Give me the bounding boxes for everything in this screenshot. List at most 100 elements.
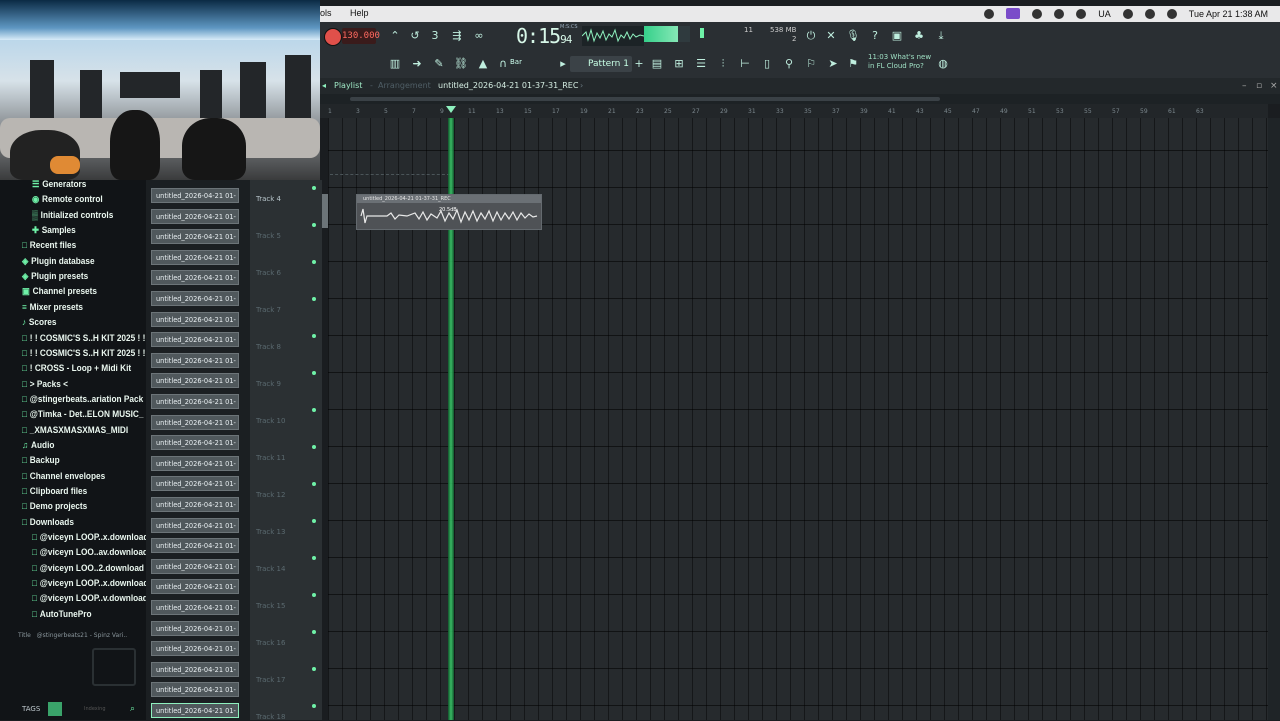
track-label[interactable]: Track 8 [256,343,281,351]
whats-new-banner[interactable]: 11:03 What's new in FL Cloud Pro? [868,53,931,71]
menu-tools[interactable]: ols [320,8,332,18]
track-enable-led[interactable] [312,519,316,523]
recent-file-item[interactable]: untitled_2026-04-21 01- [151,620,239,636]
browser-item[interactable]: □ @Timka - Det..ELON MUSIC_ [22,409,144,419]
piano-roll-icon[interactable]: ⊞ [672,57,686,71]
add-pattern-icon[interactable]: + [632,57,646,71]
playlist-mode[interactable]: Arrangement [378,78,431,94]
recent-file-item[interactable]: untitled_2026-04-21 01- [151,455,239,471]
plug-icon[interactable]: ⚲ [782,57,796,71]
browser-item[interactable]: □ Recent files [22,240,76,250]
track-label[interactable]: Track 5 [256,232,281,240]
track-enable-led[interactable] [312,334,316,338]
track-enable-led[interactable] [312,408,316,412]
channel-rack-icon[interactable]: ☰ [694,57,708,71]
save-icon[interactable]: ▣ [890,29,904,43]
track-enable-led[interactable] [312,630,316,634]
recent-file-item[interactable]: untitled_2026-04-21 01- [151,414,239,430]
browser-item[interactable]: □ > Packs < [22,379,68,389]
track-enable-led[interactable] [312,445,316,449]
recent-file-item[interactable]: untitled_2026-04-21 01- [151,373,239,389]
browser-tree-icon[interactable]: ⊢ [738,57,752,71]
track-label[interactable]: Track 11 [256,454,285,462]
maximize-icon[interactable]: ▫ [1256,78,1262,94]
browser-item[interactable]: □ Downloads [22,517,74,527]
track-label[interactable]: Track 6 [256,269,281,277]
cart-icon[interactable]: ⚑ [846,57,860,71]
recent-file-item[interactable]: untitled_2026-04-21 01- [151,188,239,203]
track-enable-led[interactable] [312,704,316,708]
recent-file-item[interactable]: untitled_2026-04-21 01- [151,600,239,615]
browser-item[interactable]: □! ! COSMIC'S S..H KIT 2025 ! ! [22,348,145,358]
search-icon[interactable] [1166,8,1177,19]
track-label[interactable]: Track 12 [256,491,285,499]
browser-item[interactable]: □ @viceyn LOOP..x.download [32,532,148,542]
playlist-icon[interactable]: ▤ [650,57,664,71]
recent-file-item[interactable]: untitled_2026-04-21 01- [151,682,239,698]
track-label[interactable]: Track 17 [256,676,285,684]
recent-file-item[interactable]: untitled_2026-04-21 01- [151,270,239,286]
recent-file-item[interactable]: untitled_2026-04-21 01- [151,311,239,327]
timeline-ruler[interactable]: 1 3 5 7 9 11 13 15 17 19 21 23 25 27 29 31 33 35 37 39 41 43 4… [320,104,1268,118]
browser-item[interactable]: □! ! COSMIC'S S..H KIT 2025 ! ! [22,333,145,343]
browser-item[interactable]: ✚ Samples [32,225,76,236]
status-icon[interactable] [1076,8,1087,19]
browser-item[interactable]: □ _XMASXMASXMAS_MIDI [22,425,128,435]
minimize-icon[interactable]: – [1242,78,1247,94]
track-label[interactable]: Track 7 [256,306,281,314]
recent-file-item[interactable]: untitled_2026-04-21 01- [151,208,239,224]
file-icon[interactable]: ▯ [760,57,774,71]
browser-item[interactable]: □ @viceyn LOO..av.download [32,547,148,557]
track-label[interactable]: Track 16 [256,639,285,647]
step-edit-icon[interactable]: ⇶ [450,29,464,43]
menubar-clock[interactable]: Tue Apr 21 1:38 AM [1189,9,1268,19]
microphone-icon[interactable]: 🎙 [846,29,860,43]
globe-icon[interactable]: ◍ [936,57,950,71]
input-language[interactable]: UA [1098,9,1111,19]
browser-item[interactable]: ▣ Channel presets [22,286,97,297]
pattern-selector[interactable]: Pattern 1 [570,56,632,72]
loop-record-icon[interactable]: ∞ [472,29,486,43]
scroll-thumb[interactable] [350,97,940,101]
recent-file-item[interactable]: untitled_2026-04-21 01- [151,703,239,718]
menu-help[interactable]: Help [350,8,369,18]
recent-file-item[interactable]: untitled_2026-04-21 01- [151,332,239,348]
playhead-marker[interactable] [446,106,456,113]
browser-item[interactable]: □ Demo projects [22,501,87,511]
status-icon[interactable] [984,8,995,19]
browser-item[interactable]: □ @viceyn LOOP..x.download [32,578,148,588]
recent-file-item[interactable]: untitled_2026-04-21 01- [151,352,239,368]
cpu-icon[interactable]: ⏻ [804,29,818,43]
download-icon[interactable]: ⤓ [934,29,948,43]
status-icon[interactable] [1122,8,1133,19]
recent-file-item[interactable]: untitled_2026-04-21 01- [151,641,239,657]
status-icon[interactable] [1054,8,1065,19]
countdown-icon[interactable]: 3 [428,29,442,43]
browser-item[interactable]: ≡ Mixer presets [22,302,83,312]
search-icon[interactable]: ⌕ [130,704,135,714]
track-enable-led[interactable] [312,186,316,190]
recent-file-item[interactable]: untitled_2026-04-21 01- [151,497,239,512]
browser-item[interactable]: ☰ Generators [32,179,86,190]
panic-icon[interactable]: ✕ [824,29,838,43]
track-enable-led[interactable] [312,223,316,227]
track-enable-led[interactable] [312,371,316,375]
track-label[interactable]: Track 4 [256,195,281,203]
track-label[interactable]: Track 9 [256,380,281,388]
tempo-display[interactable]: 130.000 [342,28,380,44]
browser-item[interactable]: □ AutoTunePro [32,609,92,619]
close-icon[interactable]: × [1270,78,1278,94]
mixer-icon[interactable]: ⫶ [716,57,730,71]
recent-file-item[interactable]: untitled_2026-04-21 01- [151,538,239,554]
browser-item[interactable]: □! CROSS - Loop + Midi Kit [22,363,131,373]
browser-item[interactable]: □ Backup [22,455,60,465]
recent-file-item[interactable]: untitled_2026-04-21 01- [151,291,239,306]
piano-icon[interactable]: ▥ [388,57,402,71]
plugin-icon[interactable]: ♣ [912,29,926,43]
browser-item[interactable]: ♫ Audio [22,440,54,450]
status-icon[interactable] [1032,8,1043,19]
wait-input-icon[interactable]: ↺ [408,29,422,43]
track-label[interactable]: Track 13 [256,528,285,536]
recent-file-item[interactable]: untitled_2026-04-21 01- [151,435,239,451]
playlist-arrow-icon[interactable]: ◂ [322,78,326,94]
